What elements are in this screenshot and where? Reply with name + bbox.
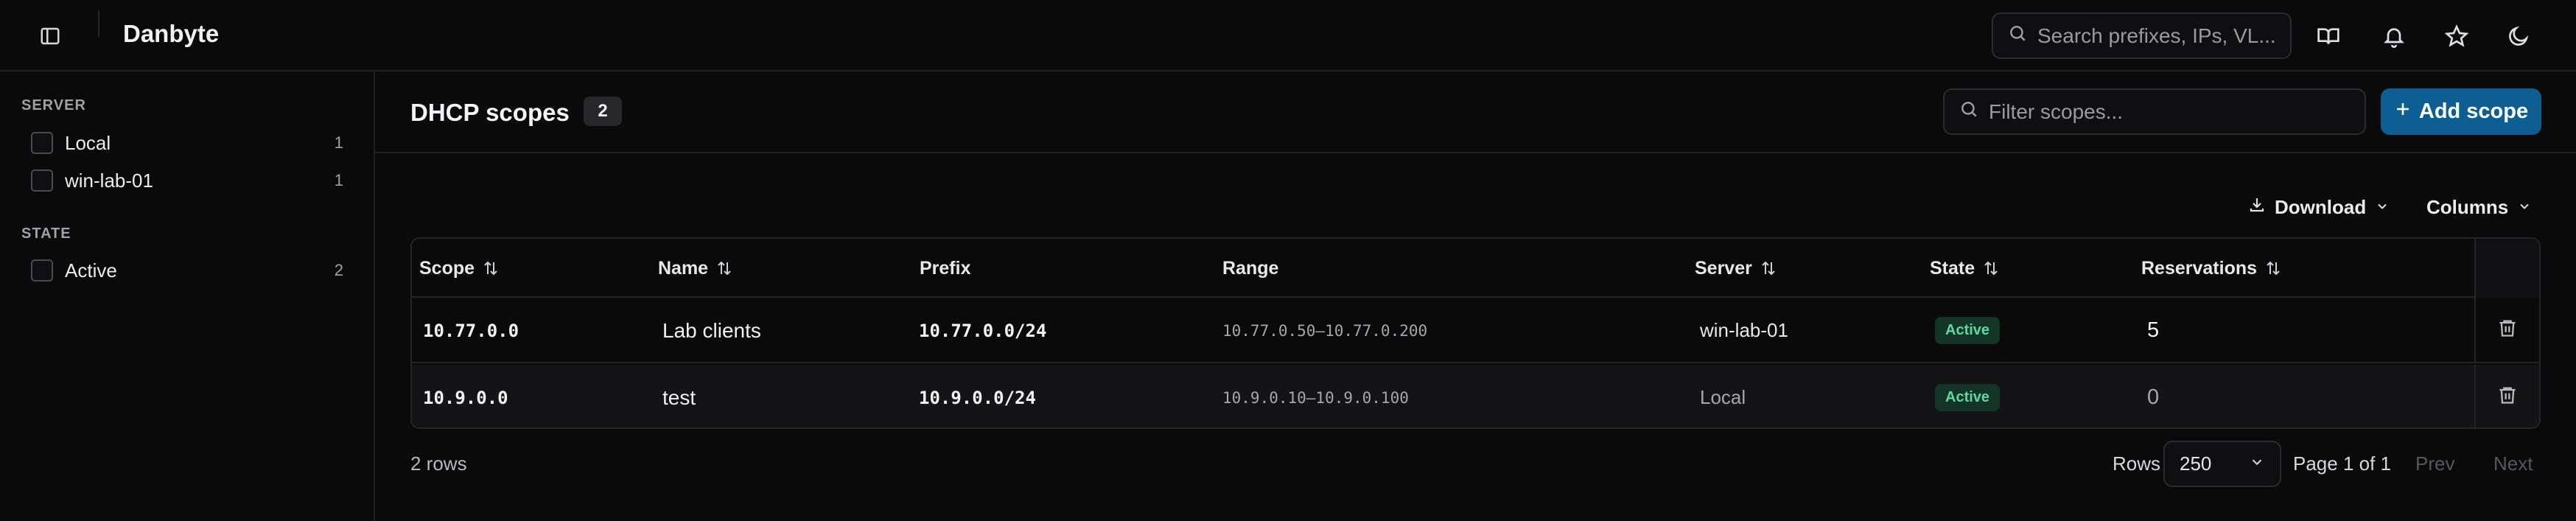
column-header-label: Prefix [920, 257, 971, 279]
global-search[interactable] [1992, 13, 2292, 59]
star-icon[interactable] [2441, 21, 2472, 52]
bell-icon[interactable] [2379, 21, 2409, 52]
cell-state: Active [1935, 298, 2001, 363]
cell-server: win-lab-01 [1700, 319, 1788, 341]
table-header: Scope Name Prefix Range Server State Res… [412, 239, 2539, 298]
status-badge: Active [1935, 317, 2001, 344]
app-title: Danbyte [123, 20, 220, 47]
cell-range: 10.9.0.10–10.9.0.100 [1222, 388, 1409, 407]
column-header-label: Scope [419, 257, 475, 279]
column-header-name: Name [658, 239, 733, 298]
column-header-label: Reservations [2141, 257, 2258, 279]
search-icon [1959, 99, 1978, 124]
cell-reservations: 5 [2147, 318, 2160, 342]
trash-icon [2497, 385, 2518, 410]
sidebar-toggle-icon[interactable] [35, 21, 65, 51]
cell-range: 10.77.0.50–10.77.0.200 [1222, 321, 1428, 340]
column-header-range: Range [1222, 239, 1278, 298]
main-content: DHCP scopes 2 Add scope Download Columns [375, 71, 2576, 521]
column-header-server: Server [1695, 239, 1777, 298]
delete-row-button[interactable] [2474, 365, 2539, 427]
row-count: 2 rows [410, 452, 467, 475]
facet-count: 1 [334, 133, 343, 152]
cell-prefix: 10.9.0.0/24 [919, 387, 1036, 408]
cell-scope: 10.9.0.0 [423, 387, 508, 408]
actions-column-header [2474, 239, 2539, 298]
download-label: Download [2275, 195, 2367, 218]
checkbox[interactable] [31, 259, 53, 282]
column-header-state: State [1930, 239, 2000, 298]
top-header: Danbyte [0, 0, 2576, 71]
status-badge: Active [1935, 384, 2001, 411]
download-icon [2248, 196, 2266, 219]
cell-scope: 10.77.0.0 [423, 320, 519, 341]
facet-count: 1 [334, 171, 343, 189]
page-title: DHCP scopes [410, 99, 570, 126]
rows-per-page-value: 250 [2180, 452, 2212, 475]
prev-page-button[interactable]: Prev [2415, 452, 2454, 475]
next-page-button[interactable]: Next [2493, 452, 2533, 475]
add-scope-label: Add scope [2418, 99, 2529, 123]
column-header-reservations: Reservations [2141, 239, 2282, 298]
facet-label: win-lab-01 [65, 169, 153, 192]
columns-label: Columns [2426, 195, 2509, 218]
trash-icon [2497, 318, 2518, 343]
facet-heading-state: STATE [21, 225, 71, 242]
cell-reservations: 0 [2147, 385, 2160, 409]
sort-icon[interactable] [2264, 259, 2282, 277]
facet-item-win-lab-01[interactable]: win-lab-01 1 [31, 166, 343, 195]
add-scope-button[interactable]: Add scope [2381, 88, 2541, 135]
filter-scopes-input[interactable] [1989, 99, 2357, 124]
sort-icon[interactable] [1982, 259, 2000, 277]
download-button[interactable]: Download [2248, 192, 2390, 222]
facet-item-active[interactable]: Active 2 [31, 256, 343, 285]
sort-icon[interactable] [482, 259, 500, 277]
delete-row-button[interactable] [2474, 298, 2539, 363]
sort-icon[interactable] [1760, 259, 1777, 277]
cell-prefix: 10.77.0.0/24 [919, 320, 1047, 341]
column-header-prefix: Prefix [920, 239, 970, 298]
search-icon [2008, 24, 2027, 48]
checkbox[interactable] [31, 169, 53, 192]
sort-icon[interactable] [715, 259, 733, 277]
checkbox[interactable] [31, 132, 53, 154]
scopes-table: Scope Name Prefix Range Server State Res… [410, 237, 2541, 429]
page-header: DHCP scopes 2 Add scope [375, 71, 2576, 153]
chevron-down-icon [2375, 196, 2390, 219]
column-header-label: State [1930, 257, 1975, 279]
rows-per-page-select[interactable]: 250 [2163, 441, 2281, 487]
filter-scopes[interactable] [1943, 88, 2366, 135]
table-row[interactable]: 10.9.0.0 test 10.9.0.0/24 10.9.0.10–10.9… [412, 365, 2539, 427]
column-header-scope: Scope [419, 239, 500, 298]
page-info: Page 1 of 1 [2293, 452, 2391, 475]
column-header-label: Server [1695, 257, 1752, 279]
moon-icon[interactable] [2503, 21, 2534, 52]
facet-count: 2 [334, 261, 343, 279]
facet-label: Local [65, 131, 111, 154]
plus-icon [2394, 99, 2412, 124]
table-row[interactable]: 10.77.0.0 Lab clients 10.77.0.0/24 10.77… [412, 298, 2539, 363]
global-search-input[interactable] [2037, 24, 2288, 48]
facet-label: Active [65, 259, 117, 282]
header-divider [98, 10, 99, 37]
facet-heading-server: SERVER [21, 97, 86, 113]
cell-server: Local [1700, 386, 1746, 408]
facet-item-local[interactable]: Local 1 [31, 128, 343, 158]
column-header-label: Range [1222, 257, 1279, 279]
columns-button[interactable]: Columns [2426, 192, 2532, 222]
cell-state: Active [1935, 365, 2001, 427]
cell-name: test [662, 385, 696, 409]
book-icon[interactable] [2313, 21, 2344, 52]
chevron-down-icon [2517, 196, 2532, 219]
cell-name: Lab clients [662, 318, 761, 342]
rows-per-page-label: Rows [2113, 452, 2161, 475]
column-header-label: Name [658, 257, 709, 279]
scope-count-badge: 2 [584, 97, 622, 126]
chevron-down-icon [2249, 452, 2265, 475]
filter-sidebar: SERVER Local 1 win-lab-01 1 STATE Active… [0, 71, 375, 521]
